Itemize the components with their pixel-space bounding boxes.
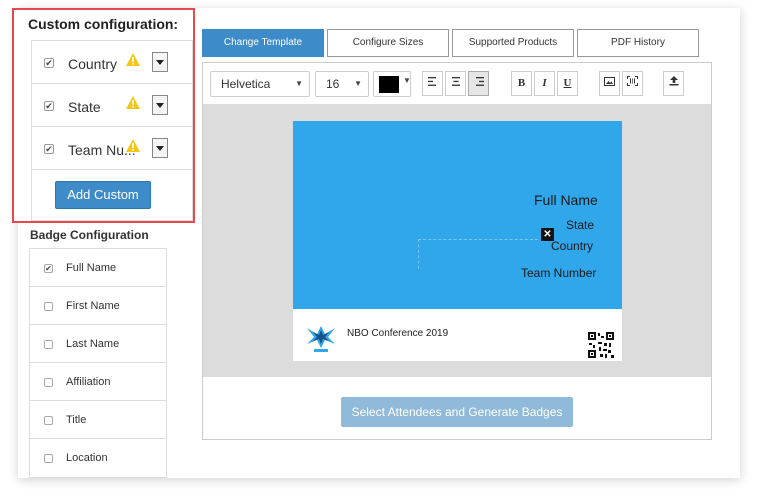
font-family-select[interactable]: Helvetica ▼: [210, 71, 310, 97]
italic-button[interactable]: I: [534, 71, 555, 96]
state-checkbox[interactable]: ✔: [44, 101, 54, 111]
warning-icon: [126, 139, 140, 152]
badge-field-label: First Name: [66, 300, 120, 312]
chevron-down-icon: ▼: [354, 79, 362, 88]
badge-field-label: Location: [66, 452, 108, 464]
tab-supported-products[interactable]: Supported Products: [452, 29, 574, 57]
insert-image-button[interactable]: [599, 71, 620, 96]
custom-field-state: ✔ State: [32, 84, 192, 127]
custom-field-label: State: [68, 99, 101, 115]
tab-configure-sizes[interactable]: Configure Sizes: [327, 29, 449, 57]
alignment-guide: [418, 239, 419, 269]
country-dropdown-button[interactable]: [152, 52, 168, 72]
badge-state-text[interactable]: State: [566, 218, 594, 232]
align-center-icon: [451, 77, 460, 86]
badge-team-number-text[interactable]: Team Number: [521, 266, 596, 280]
badge-field-location: Location: [30, 439, 166, 477]
custom-field-label: Country: [68, 56, 118, 72]
title-checkbox[interactable]: [44, 416, 53, 425]
alignment-guide: [418, 239, 538, 240]
country-checkbox[interactable]: ✔: [44, 58, 54, 68]
text-color-picker[interactable]: ▼: [373, 71, 411, 97]
badge-header-area: [293, 121, 622, 309]
badge-canvas: Full Name State ✕ Country Team Number NB…: [203, 105, 711, 377]
template-editor: Helvetica ▼ 16 ▼ ▼ B I U Full Name State…: [202, 62, 712, 440]
badge-field-title: Title: [30, 401, 166, 439]
badge-preview[interactable]: Full Name State ✕ Country Team Number NB…: [293, 121, 622, 361]
align-right-icon: [475, 77, 484, 86]
custom-configuration-panel: Custom configuration: ✔ Country ✔ State …: [12, 8, 195, 223]
nbo-logo-icon: [307, 326, 335, 352]
bold-button[interactable]: B: [511, 71, 532, 96]
warning-icon: [126, 96, 140, 109]
insert-barcode-button[interactable]: [622, 71, 643, 96]
generate-area: Select Attendees and Generate Badges: [203, 377, 711, 439]
affiliation-checkbox[interactable]: [44, 378, 53, 387]
badge-field-label: Full Name: [66, 262, 117, 274]
custom-configuration-title: Custom configuration:: [28, 16, 179, 32]
custom-field-team-number: ✔ Team Nu...: [32, 127, 192, 170]
custom-field-country: ✔ Country: [32, 41, 192, 84]
font-size-value: 16: [326, 77, 340, 91]
badge-field-label: Affiliation: [66, 376, 111, 388]
upload-icon: [669, 76, 678, 86]
state-dropdown-button[interactable]: [152, 95, 168, 115]
align-right-button[interactable]: [468, 71, 489, 96]
custom-field-list: ✔ Country ✔ State ✔ Team Nu... Add Custo…: [31, 40, 193, 221]
badge-footer-text: NBO Conference 2019: [347, 328, 449, 339]
badge-field-full-name: ✔ Full Name: [30, 249, 166, 287]
badge-field-last-name: Last Name: [30, 325, 166, 363]
tab-pdf-history[interactable]: PDF History: [577, 29, 699, 57]
first-name-checkbox[interactable]: [44, 302, 53, 311]
generate-badges-button[interactable]: Select Attendees and Generate Badges: [341, 397, 573, 427]
team-number-dropdown-button[interactable]: [152, 138, 168, 158]
last-name-checkbox[interactable]: [44, 340, 53, 349]
badge-field-affiliation: Affiliation: [30, 363, 166, 401]
qr-code-icon: [587, 331, 615, 359]
badge-field-label: Last Name: [66, 338, 120, 350]
team-number-checkbox[interactable]: ✔: [44, 144, 54, 154]
image-icon: [604, 77, 615, 86]
badge-field-list: ✔ Full Name First Name Last Name Affilia…: [29, 248, 167, 478]
color-swatch: [379, 76, 399, 93]
warning-icon: [126, 53, 140, 66]
badge-full-name-text[interactable]: Full Name: [534, 192, 598, 208]
badge-field-label: Title: [66, 414, 87, 426]
align-left-button[interactable]: [422, 71, 443, 96]
font-size-select[interactable]: 16 ▼: [315, 71, 369, 97]
badge-field-first-name: First Name: [30, 287, 166, 325]
badge-country-text[interactable]: Country: [551, 239, 593, 253]
add-custom-button[interactable]: Add Custom: [55, 181, 151, 209]
formatting-toolbar: Helvetica ▼ 16 ▼ ▼ B I U: [203, 63, 711, 105]
location-checkbox[interactable]: [44, 454, 53, 463]
upload-button[interactable]: [663, 71, 684, 96]
barcode-icon: [627, 76, 638, 86]
full-name-checkbox[interactable]: ✔: [44, 264, 53, 273]
badge-configuration-title: Badge Configuration: [30, 228, 149, 242]
tab-change-template[interactable]: Change Template: [202, 29, 324, 57]
add-custom-row: Add Custom: [32, 170, 192, 220]
font-family-value: Helvetica: [221, 77, 271, 91]
chevron-down-icon: ▼: [295, 79, 303, 88]
align-left-icon: [427, 77, 436, 86]
chevron-down-icon: ▼: [403, 76, 411, 85]
align-center-button[interactable]: [445, 71, 466, 96]
underline-button[interactable]: U: [557, 71, 578, 96]
